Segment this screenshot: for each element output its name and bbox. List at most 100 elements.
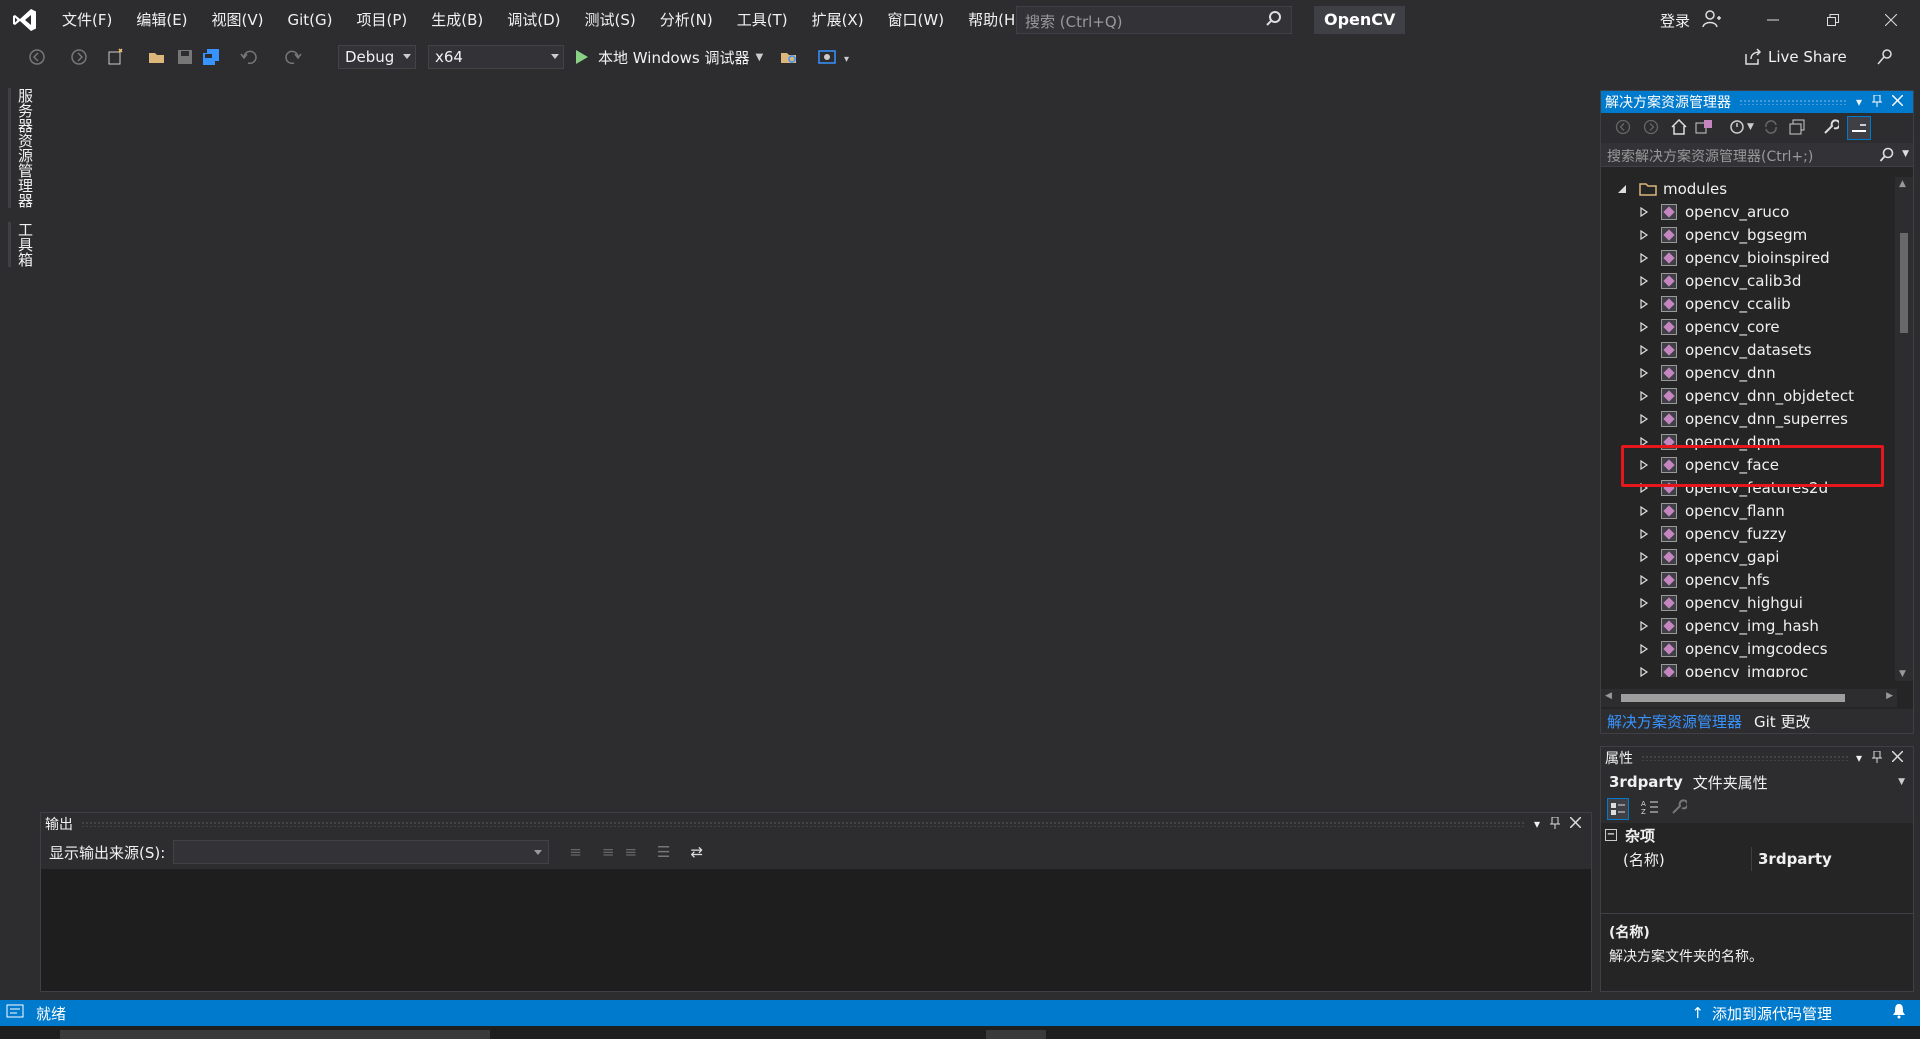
tree-item-project[interactable]: opencv_core [1601,315,1897,338]
screenshot-icon[interactable] [818,48,836,66]
toolbox-tab[interactable]: 工具箱 [8,222,36,267]
collapsed-arrow-icon[interactable] [1639,551,1649,562]
login-link[interactable]: 登录 [1660,10,1690,31]
tab-solution-explorer[interactable]: 解决方案资源管理器 [1601,711,1748,732]
menu-project[interactable]: 项目(P) [345,0,420,40]
taskbar-item[interactable] [60,1030,490,1039]
tree-folder-modules[interactable]: modules [1601,177,1897,200]
word-wrap-icon[interactable]: ⇄ [690,843,703,861]
collapsed-arrow-icon[interactable] [1639,505,1649,516]
collapsed-arrow-icon[interactable] [1639,413,1649,424]
scroll-thumb[interactable] [1621,694,1845,702]
categorized-icon[interactable] [1607,798,1629,820]
menu-edit[interactable]: 编辑(E) [124,0,199,40]
solution-platform-select[interactable]: x64 [428,45,564,69]
menu-view[interactable]: 视图(V) [200,0,276,40]
collapsed-arrow-icon[interactable] [1639,206,1649,217]
scroll-thumb[interactable] [1900,233,1908,333]
tree-item-project[interactable]: opencv_bioinspired [1601,246,1897,269]
collapse-all-icon[interactable] [1789,119,1805,139]
chevron-down-icon[interactable]: ▼ [1902,149,1909,159]
collapsed-arrow-icon[interactable] [1639,620,1649,631]
close-window-icon[interactable] [1868,0,1914,40]
scroll-down-icon[interactable]: ▼ [1899,669,1906,679]
new-project-icon[interactable] [106,48,124,66]
menu-git[interactable]: Git(G) [276,0,345,40]
close-icon[interactable] [1891,93,1904,110]
tree-item-project[interactable]: opencv_imgcodecs [1601,637,1897,660]
feedback-icon[interactable] [1876,48,1894,66]
user-icon[interactable] [1702,9,1722,33]
output-text-area[interactable] [41,869,1591,991]
tree-item-project[interactable]: opencv_highgui [1601,591,1897,614]
scroll-left-icon[interactable]: ◀ [1605,691,1612,701]
solution-explorer-search-input[interactable]: 搜索解决方案资源管理器(Ctrl+;) ▼ [1601,143,1913,167]
collapsed-arrow-icon[interactable] [1639,344,1649,355]
property-row-name[interactable]: (名称) 3rdparty [1601,847,1913,871]
tree-item-project[interactable]: opencv_bgsegm [1601,223,1897,246]
preview-selected-items-icon[interactable] [1847,116,1871,140]
expanded-arrow-icon[interactable] [1617,184,1627,194]
tree-item-project[interactable]: opencv_imgproc [1601,660,1897,677]
horizontal-scrollbar[interactable]: ◀ ▶ [1601,689,1897,707]
close-icon[interactable] [1569,815,1582,832]
next-message-icon[interactable]: ≡ [624,843,637,861]
property-value[interactable]: 3rdparty [1751,847,1913,871]
tab-git-changes[interactable]: Git 更改 [1748,711,1816,732]
collapsed-arrow-icon[interactable] [1639,643,1649,654]
collapsed-arrow-icon[interactable] [1639,574,1649,585]
add-to-source-control-button[interactable]: 添加到源代码管理 [1712,1003,1832,1024]
back-icon[interactable] [1615,119,1631,139]
properties-wrench-icon[interactable] [1823,119,1841,139]
menu-analyze[interactable]: 分析(N) [648,0,725,40]
properties-object-select[interactable]: 3rdparty 文件夹属性 ▼ [1601,769,1913,795]
menu-extensions[interactable]: 扩展(X) [800,0,876,40]
menu-test[interactable]: 测试(S) [573,0,648,40]
collapsed-arrow-icon[interactable] [1639,597,1649,608]
collapsed-arrow-icon[interactable] [1639,367,1649,378]
visual-studio-logo-icon[interactable] [0,0,50,40]
property-pages-wrench-icon[interactable] [1671,799,1689,819]
vertical-scrollbar[interactable]: ▲ ▼ [1895,177,1913,681]
clear-all-icon[interactable]: ☰ [657,843,670,861]
switch-views-icon[interactable] [1695,119,1713,139]
scroll-up-icon[interactable]: ▲ [1899,179,1906,189]
tree-item-project[interactable]: opencv_gapi [1601,545,1897,568]
drag-grip[interactable] [1739,99,1848,105]
navigate-back-icon[interactable] [28,48,46,66]
tree-item-project[interactable]: opencv_calib3d [1601,269,1897,292]
collapsed-arrow-icon[interactable] [1639,666,1649,677]
tree-item-project[interactable]: opencv_dnn_superres [1601,407,1897,430]
chevron-down-icon[interactable]: ▼ [756,52,764,63]
pending-changes-filter-icon[interactable] [1729,119,1745,139]
output-source-select[interactable] [173,840,550,864]
find-in-files-icon[interactable] [780,48,798,66]
menu-build[interactable]: 生成(B) [419,0,495,40]
drag-grip[interactable] [81,821,1526,827]
solution-name-badge[interactable]: OpenCV [1314,6,1406,34]
taskbar-item[interactable] [986,1030,1046,1039]
tree-item-project[interactable]: opencv_dnn [1601,361,1897,384]
collapse-icon[interactable]: − [1605,829,1617,841]
pin-icon[interactable] [1872,750,1882,766]
window-position-icon[interactable]: ▾ [1856,95,1862,110]
tree-item-project[interactable]: opencv_ccalib [1601,292,1897,315]
menu-window[interactable]: 窗口(W) [876,0,957,40]
tree-item-project[interactable]: opencv_fuzzy [1601,522,1897,545]
notification-bell-icon[interactable] [1892,1003,1906,1023]
chevron-down-icon[interactable]: ▼ [1747,122,1754,132]
property-category-row[interactable]: − 杂项 [1601,823,1913,847]
menu-debug[interactable]: 调试(D) [495,0,572,40]
pin-icon[interactable] [1872,94,1882,110]
sync-icon[interactable] [1763,119,1779,139]
minimize-icon[interactable] [1750,0,1796,40]
alphabetical-icon[interactable]: AZ [1641,799,1659,819]
window-position-icon[interactable]: ▾ [1856,751,1862,766]
undo-icon[interactable] [240,48,258,66]
tree-item-project[interactable]: opencv_img_hash [1601,614,1897,637]
tree-item-project[interactable]: opencv_hfs [1601,568,1897,591]
server-explorer-tab[interactable]: 服务器资源管理器 [8,88,36,208]
collapsed-arrow-icon[interactable] [1639,321,1649,332]
search-input[interactable]: 搜索 (Ctrl+Q) [1016,6,1292,34]
toolbar-overflow-icon[interactable]: ▾ [844,54,849,65]
